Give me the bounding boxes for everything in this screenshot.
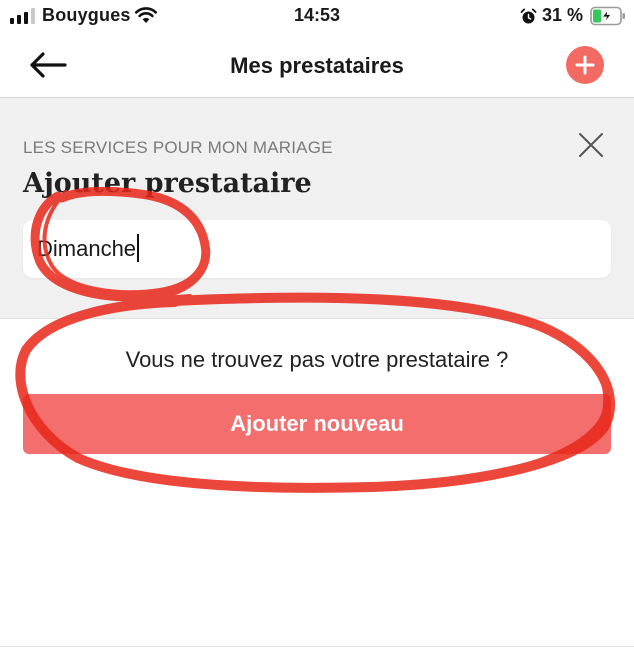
nav-bar: Mes prestataires (0, 34, 634, 98)
add-vendor-button[interactable] (566, 46, 604, 84)
add-vendor-panel: LES SERVICES POUR MON MARIAGE Ajouter pr… (0, 98, 634, 318)
status-time: 14:53 (293, 5, 341, 25)
battery-percent: 31 % (542, 5, 584, 25)
search-field[interactable]: Dimanche (23, 220, 611, 278)
search-input-value: Dimanche (37, 236, 137, 261)
panel-eyebrow: LES SERVICES POUR MON MARIAGE (23, 138, 333, 157)
divider (0, 318, 634, 319)
plus-icon (575, 55, 595, 75)
add-new-button[interactable]: Ajouter nouveau (23, 394, 611, 454)
text-caret (137, 234, 140, 263)
bottom-divider (0, 646, 634, 647)
not-found-message: Vous ne trouvez pas votre prestataire ? (125, 347, 509, 372)
close-icon (579, 133, 603, 157)
page-title: Mes prestataires (230, 53, 404, 78)
search-input[interactable]: Dimanche (37, 220, 577, 278)
status-bar: Bouygues 14:53 31 % (0, 0, 634, 34)
alarm-icon (520, 8, 537, 24)
close-button[interactable] (574, 128, 608, 162)
battery-charging-icon (590, 6, 625, 26)
panel-title: Ajouter prestataire (23, 168, 312, 199)
